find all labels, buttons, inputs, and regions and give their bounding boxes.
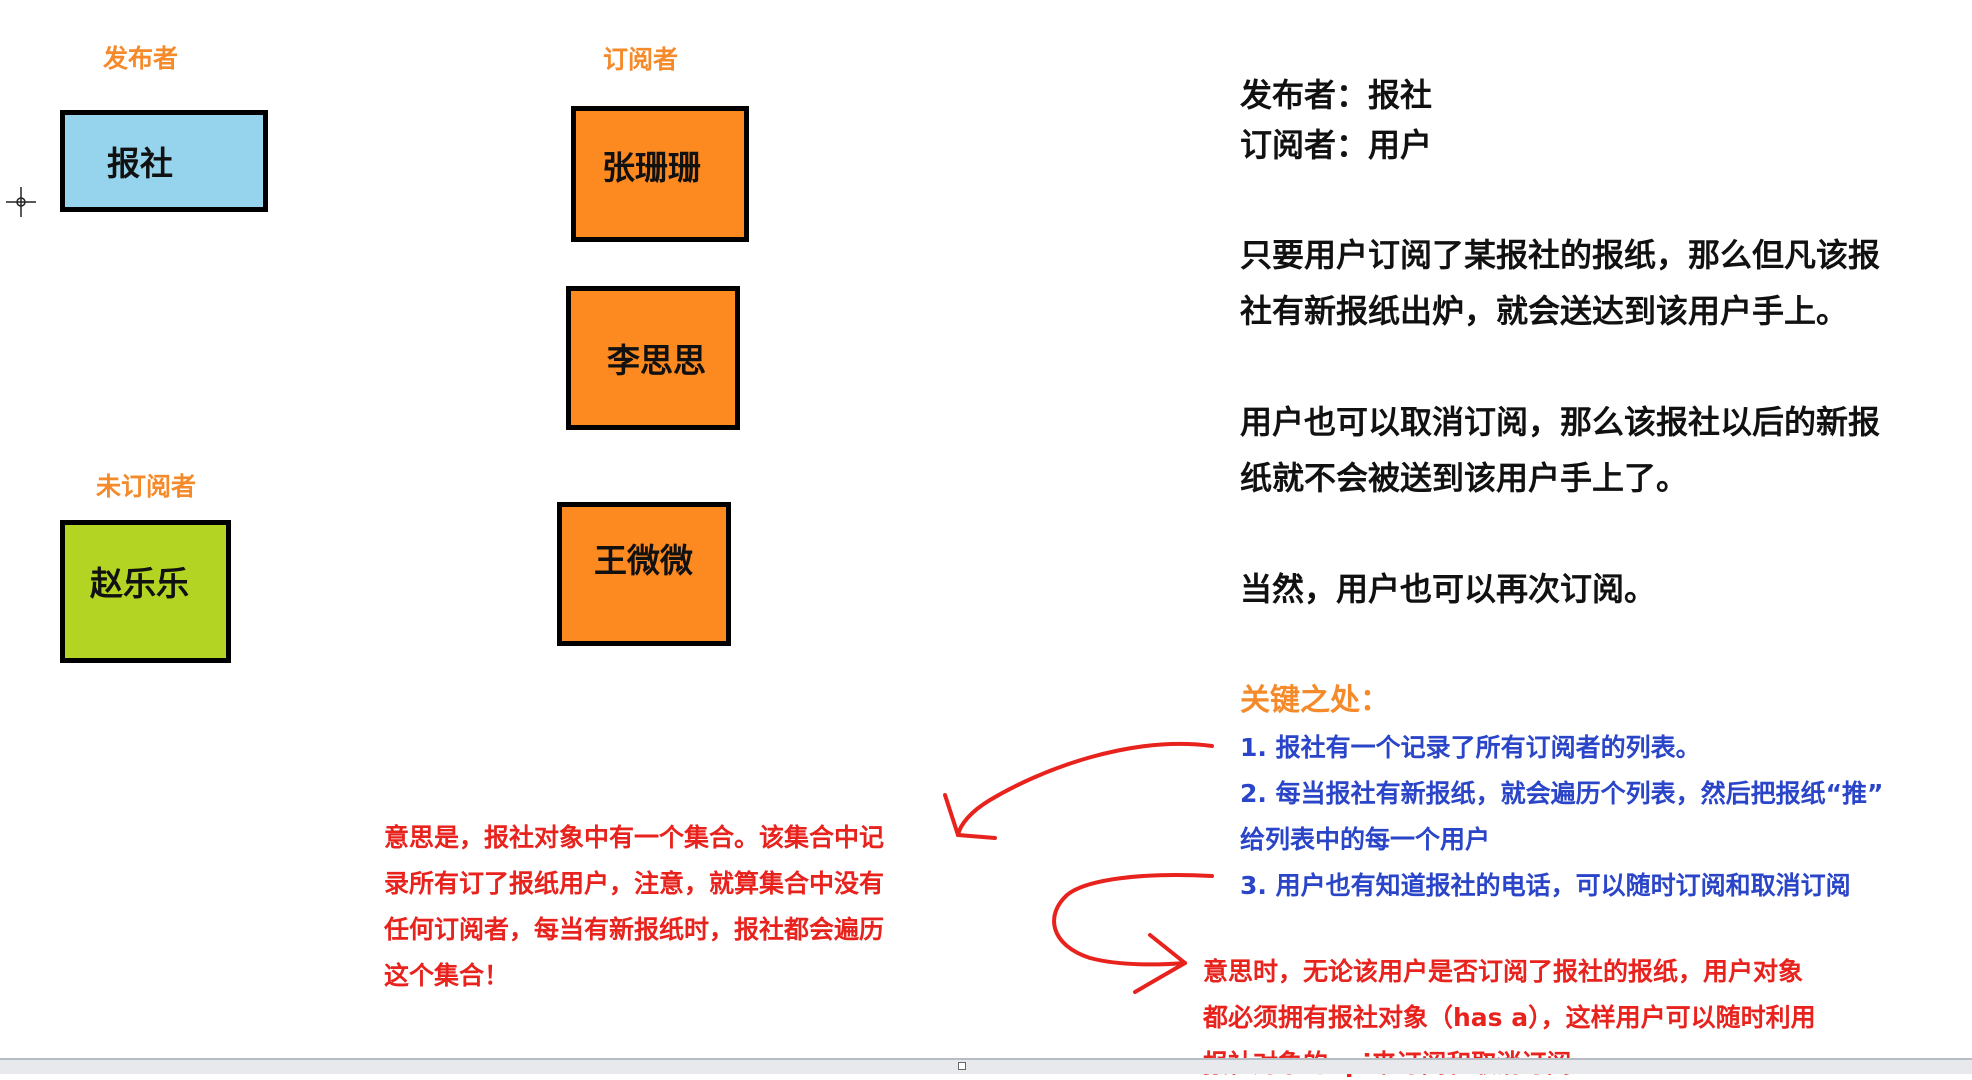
scrollbar-handle[interactable] [958, 1062, 966, 1070]
arrow-to-right-note [1052, 872, 1214, 994]
arrow-to-left-note [943, 741, 1214, 840]
diagram-canvas: 发布者 订阅者 未订阅者 报社 张珊珊 李思思 王微微 赵乐乐 发布者：报社 订… [0, 0, 1972, 1078]
annotation-arrows [943, 741, 1214, 994]
